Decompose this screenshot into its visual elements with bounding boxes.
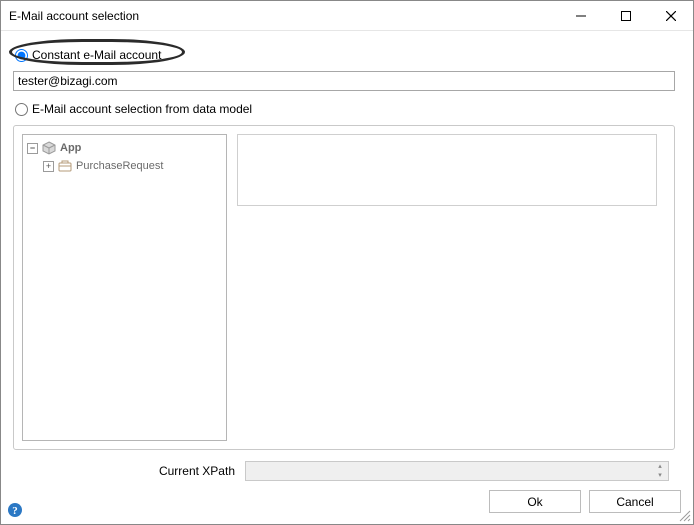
tree-node-app[interactable]: − App (27, 139, 222, 157)
close-button[interactable] (648, 1, 693, 31)
xpath-row: Current XPath ▴ ▾ (13, 460, 681, 482)
cancel-button[interactable]: Cancel (589, 490, 681, 513)
chevron-up-icon[interactable]: ▴ (653, 463, 667, 470)
minimize-icon (576, 11, 586, 21)
briefcase-icon (58, 159, 72, 173)
button-row: Ok Cancel (1, 482, 693, 513)
radio-datamodel-row: E-Mail account selection from data model (13, 99, 681, 119)
datamodel-panel: − App + PurchaseRequest (13, 125, 675, 450)
window-title: E-Mail account selection (9, 9, 558, 23)
email-input[interactable] (13, 71, 675, 91)
xpath-stepper[interactable]: ▴ ▾ (653, 463, 667, 479)
cube-icon (42, 141, 56, 155)
radio-datamodel-label[interactable]: E-Mail account selection from data model (32, 102, 252, 116)
xpath-label: Current XPath (13, 464, 245, 478)
xpath-field[interactable]: ▴ ▾ (245, 461, 669, 481)
tree-node-purchase-request[interactable]: + PurchaseRequest (27, 157, 222, 175)
tree-expand-icon[interactable]: + (43, 161, 54, 172)
chevron-down-icon[interactable]: ▾ (653, 472, 667, 479)
radio-datamodel[interactable] (15, 103, 28, 116)
maximize-icon (621, 11, 631, 21)
resize-grip[interactable] (677, 508, 691, 522)
ok-button[interactable]: Ok (489, 490, 581, 513)
preview-pane (237, 134, 657, 206)
minimize-button[interactable] (558, 1, 603, 31)
titlebar: E-Mail account selection (1, 1, 693, 31)
dialog-content: Constant e-Mail account E-Mail account s… (1, 31, 693, 482)
tree-node-app-label: App (60, 139, 81, 157)
close-icon (666, 11, 676, 21)
datamodel-tree[interactable]: − App + PurchaseRequest (22, 134, 227, 441)
maximize-button[interactable] (603, 1, 648, 31)
radio-constant-row: Constant e-Mail account (13, 45, 681, 65)
radio-constant[interactable] (15, 49, 28, 62)
help-icon[interactable]: ? (7, 502, 23, 518)
tree-node-purchase-request-label: PurchaseRequest (76, 157, 163, 175)
svg-text:?: ? (12, 505, 18, 517)
radio-constant-label[interactable]: Constant e-Mail account (32, 48, 161, 62)
tree-collapse-icon[interactable]: − (27, 143, 38, 154)
